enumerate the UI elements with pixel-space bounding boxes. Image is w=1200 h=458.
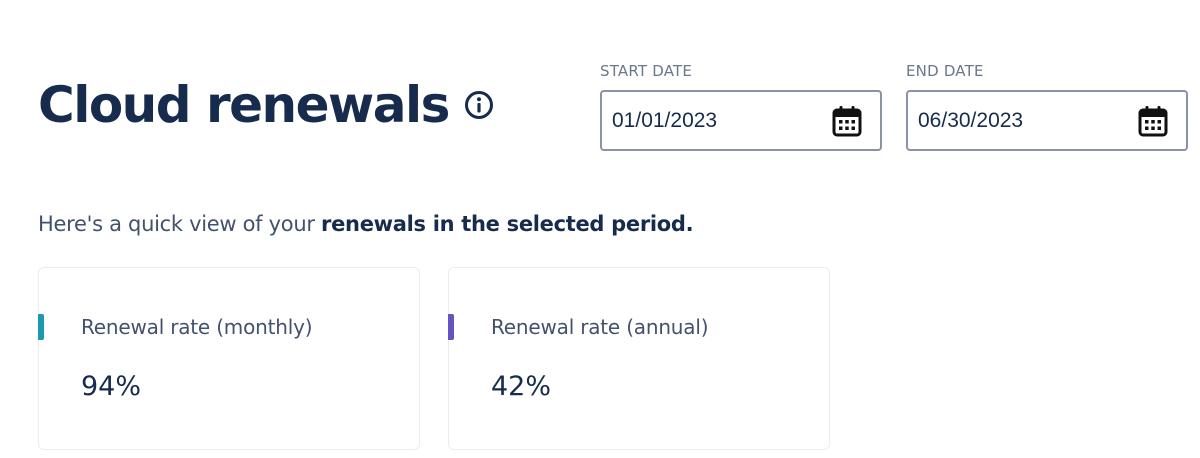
start-date-group: START DATE 01/01/2023: [600, 60, 882, 151]
end-date-label: END DATE: [906, 62, 984, 80]
end-date-field[interactable]: 06/30/2023: [906, 90, 1188, 151]
calendar-icon[interactable]: [832, 105, 862, 137]
summary-text: Here's a quick view of your renewals in …: [38, 208, 694, 240]
card-value: 42%: [491, 371, 552, 402]
end-date-value[interactable]: 06/30/2023: [918, 109, 1023, 133]
card-label: Renewal rate (annual): [491, 315, 709, 339]
start-date-value[interactable]: 01/01/2023: [612, 109, 717, 133]
renewal-card-monthly: Renewal rate (monthly) 94%: [38, 267, 420, 450]
card-accent-bar: [38, 314, 44, 340]
card-value: 94%: [81, 371, 142, 402]
calendar-icon[interactable]: [1138, 105, 1168, 137]
summary-emphasis: renewals in the selected period.: [321, 212, 694, 236]
card-label: Renewal rate (monthly): [81, 315, 313, 339]
info-icon[interactable]: [463, 89, 495, 121]
page-title: Cloud renewals: [38, 76, 450, 134]
renewal-card-annual: Renewal rate (annual) 42%: [448, 267, 830, 450]
title-bar: Cloud renewals: [38, 70, 495, 140]
summary-prefix: Here's a quick view of your: [38, 212, 322, 236]
page: Cloud renewals START DATE 01/01/2023 END…: [0, 0, 1200, 458]
end-date-group: END DATE 06/30/2023: [906, 60, 1188, 151]
start-date-field[interactable]: 01/01/2023: [600, 90, 882, 151]
card-accent-bar: [448, 314, 454, 340]
start-date-label: START DATE: [600, 62, 693, 80]
